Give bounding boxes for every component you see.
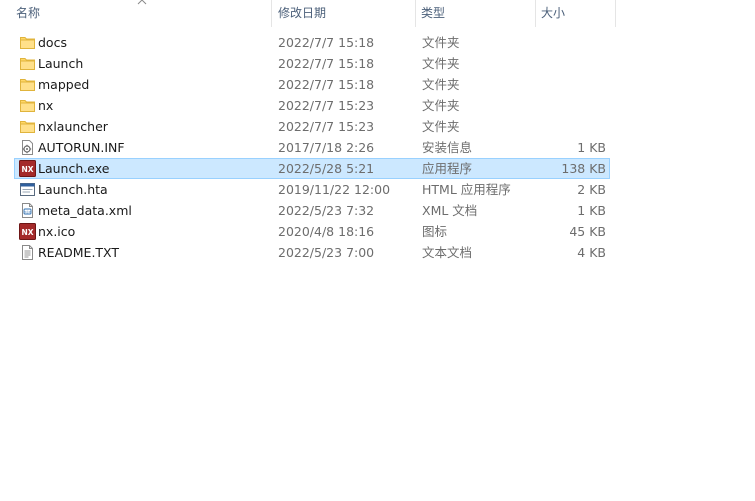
file-type: 安装信息 — [422, 140, 473, 155]
file-type: 文件夹 — [422, 119, 460, 134]
file-name: nx.ico — [38, 224, 76, 239]
file-row[interactable]: NX Launch.exe 2022/5/28 5:21 应用程序 138 KB — [14, 158, 610, 179]
file-row[interactable]: nxlauncher 2022/7/7 15:23 文件夹 — [14, 116, 610, 137]
file-type: 图标 — [422, 224, 448, 239]
file-modified-date: 2022/7/7 15:23 — [278, 98, 375, 113]
sort-ascending-icon — [137, 0, 147, 5]
file-row[interactable]: Launch 2022/7/7 15:18 文件夹 — [14, 53, 610, 74]
file-type: 文件夹 — [422, 98, 460, 113]
file-row[interactable]: nx 2022/7/7 15:23 文件夹 — [14, 95, 610, 116]
file-name: docs — [38, 35, 67, 50]
file-size: 4 KB — [577, 245, 606, 260]
file-row[interactable]: Launch.hta 2019/11/22 12:00 HTML 应用程序 2 KB — [14, 179, 610, 200]
column-header-date-label: 修改日期 — [278, 6, 327, 20]
hta-window-icon — [19, 181, 36, 198]
file-name: meta_data.xml — [38, 203, 132, 218]
file-row[interactable]: NX nx.ico 2020/4/8 18:16 图标 45 KB — [14, 221, 610, 242]
column-header-bar: 名称 修改日期 类型 大小 — [0, 0, 616, 27]
column-header-size-label: 大小 — [541, 6, 566, 20]
file-size: 2 KB — [577, 182, 606, 197]
nx-app-icon: NX — [19, 160, 36, 177]
file-modified-date: 2017/7/18 2:26 — [278, 140, 375, 155]
svg-text:</>: </> — [24, 210, 31, 214]
file-modified-date: 2020/4/8 18:16 — [278, 224, 375, 239]
file-type: 应用程序 — [422, 161, 473, 176]
nx-app-icon: NX — [19, 223, 36, 240]
file-name: README.TXT — [38, 245, 120, 260]
file-row[interactable]: </> meta_data.xml 2022/5/23 7:32 XML 文档 1 KB — [14, 200, 610, 221]
folder-icon — [19, 118, 36, 135]
svg-text:NX: NX — [21, 165, 33, 174]
file-modified-date: 2022/5/23 7:32 — [278, 203, 375, 218]
file-modified-date: 2022/5/23 7:00 — [278, 245, 375, 260]
file-size: 45 KB — [569, 224, 606, 239]
file-name: Launch.exe — [38, 161, 110, 176]
column-header-name-label: 名称 — [16, 6, 41, 20]
column-header-type-label: 类型 — [421, 6, 446, 20]
file-modified-date: 2019/11/22 12:00 — [278, 182, 391, 197]
file-row[interactable]: docs 2022/7/7 15:18 文件夹 — [14, 32, 610, 53]
text-document-icon — [19, 244, 36, 261]
setup-info-icon — [19, 139, 36, 156]
column-divider[interactable] — [615, 0, 616, 27]
file-name: nx — [38, 98, 54, 113]
file-name: Launch.hta — [38, 182, 108, 197]
column-header-size[interactable]: 大小 — [535, 0, 616, 27]
file-row[interactable]: mapped 2022/7/7 15:18 文件夹 — [14, 74, 610, 95]
file-size: 1 KB — [577, 140, 606, 155]
file-type: 文件夹 — [422, 56, 460, 71]
file-size: 138 KB — [561, 161, 606, 176]
file-type: 文件夹 — [422, 77, 460, 92]
file-name: mapped — [38, 77, 90, 92]
file-modified-date: 2022/5/28 5:21 — [278, 161, 375, 176]
folder-icon — [19, 97, 36, 114]
file-type: 文本文档 — [422, 245, 473, 260]
file-name: AUTORUN.INF — [38, 140, 125, 155]
file-type: HTML 应用程序 — [422, 182, 511, 197]
file-size: 1 KB — [577, 203, 606, 218]
file-modified-date: 2022/7/7 15:18 — [278, 35, 375, 50]
svg-text:NX: NX — [21, 228, 33, 237]
folder-icon — [19, 34, 36, 51]
file-explorer-details-view: 名称 修改日期 类型 大小 docs 2022/7/7 15:18 文件夹 Launc… — [0, 0, 755, 501]
column-header-type[interactable]: 类型 — [415, 0, 535, 27]
file-modified-date: 2022/7/7 15:23 — [278, 119, 375, 134]
file-modified-date: 2022/7/7 15:18 — [278, 56, 375, 71]
file-name: nxlauncher — [38, 119, 108, 134]
file-name: Launch — [38, 56, 84, 71]
file-type: XML 文档 — [422, 203, 478, 218]
file-modified-date: 2022/7/7 15:18 — [278, 77, 375, 92]
folder-icon — [19, 76, 36, 93]
xml-document-icon: </> — [19, 202, 36, 219]
file-row[interactable]: README.TXT 2022/5/23 7:00 文本文档 4 KB — [14, 242, 610, 263]
folder-icon — [19, 55, 36, 72]
file-type: 文件夹 — [422, 35, 460, 50]
column-header-date[interactable]: 修改日期 — [271, 0, 415, 27]
file-row[interactable]: AUTORUN.INF 2017/7/18 2:26 安装信息 1 KB — [14, 137, 610, 158]
